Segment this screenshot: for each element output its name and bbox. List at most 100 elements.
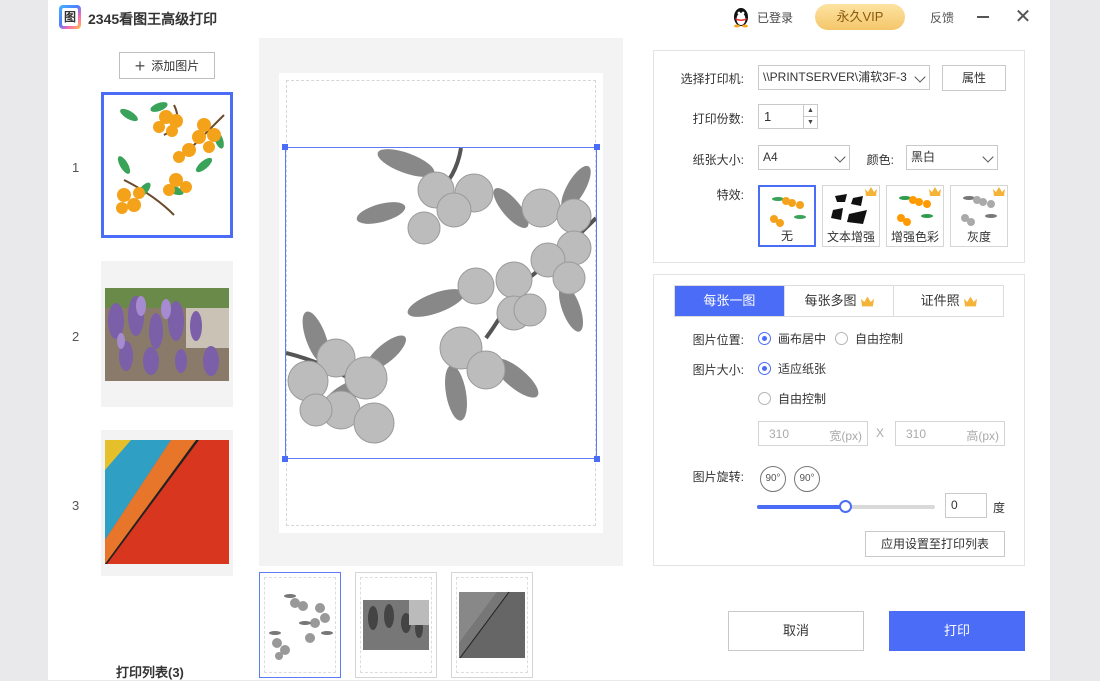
rotation-degree-field[interactable]: 0 [945, 493, 987, 518]
degree-unit: 度 [993, 501, 1006, 515]
color-value: 黑白 [911, 150, 936, 164]
width-value: 310 [769, 427, 790, 441]
app-title: 2345看图王高级打印 [88, 11, 218, 27]
add-image-label: 添加图片 [151, 59, 200, 73]
color-select[interactable]: 黑白 [906, 145, 998, 170]
stepper-up-icon[interactable]: ▲ [804, 105, 817, 116]
print-window: 2345看图王高级打印 已登录 永久VIP 反馈 ✕ + 添加图片 1 [48, 0, 1050, 680]
printer-select[interactable]: \\PRINTSERVER\浦软3F-3 [758, 65, 930, 90]
tab-id-photo[interactable]: 证件照 [893, 286, 1003, 316]
thumbnail-loquat[interactable] [101, 92, 233, 238]
page-thumb-1[interactable] [259, 572, 341, 678]
page-thumb-area [456, 577, 528, 673]
apply-to-list-button[interactable]: 应用设置至打印列表 [865, 531, 1005, 557]
resize-handle-top-right[interactable] [594, 144, 600, 150]
page-thumb-color-paper [459, 591, 525, 659]
page-thumbnail-strip [259, 572, 623, 680]
size-free-radio[interactable]: 自由控制 [758, 390, 826, 407]
printer-label: 选择打印机: [680, 72, 744, 86]
effect-grayscale[interactable]: 灰度 [950, 185, 1008, 247]
radio-label: 适应纸张 [778, 362, 827, 376]
add-image-button[interactable]: + 添加图片 [119, 52, 215, 79]
layout-settings-panel: 每张一图 每张多图 证件照 图片位置: 画布居中 自由控制 图片大小: 适应纸张 [653, 274, 1025, 566]
minimize-button[interactable] [973, 7, 993, 27]
paper-size-select[interactable]: A4 [758, 145, 850, 170]
thumbnail-wisteria[interactable] [101, 261, 233, 407]
paper-size-value: A4 [763, 150, 778, 164]
copies-stepper-arrows[interactable]: ▲ ▼ [803, 105, 817, 128]
slider-fill [757, 505, 846, 509]
stepper-down-icon[interactable]: ▼ [804, 116, 817, 127]
effect-none-preview [770, 197, 806, 227]
list-item-number: 2 [72, 329, 80, 344]
plus-icon: + [134, 55, 146, 76]
effect-color-enhance[interactable]: 增强色彩 [886, 185, 944, 247]
wisteria-image [105, 288, 229, 381]
copies-value: 1 [764, 109, 772, 124]
title-bar: 2345看图王高级打印 已登录 永久VIP 反馈 ✕ [48, 0, 1050, 34]
layout-tabs: 每张一图 每张多图 证件照 [674, 285, 1004, 317]
cancel-button[interactable]: 取消 [728, 611, 864, 651]
qq-penguin-icon [734, 8, 748, 28]
print-preview [259, 38, 623, 566]
properties-button[interactable]: 属性 [942, 65, 1006, 91]
thumbnail-color-paper[interactable] [101, 430, 233, 576]
size-fit-radio[interactable]: 适应纸张 [758, 360, 826, 377]
radio-label: 自由控制 [778, 392, 827, 406]
height-field[interactable]: 310 高(px) [895, 421, 1005, 446]
radio-dot [758, 362, 771, 375]
tab-one-per-page[interactable]: 每张一图 [675, 286, 784, 316]
effect-label: 灰度 [966, 230, 991, 244]
effects-label: 特效: [716, 188, 744, 202]
effect-label: 文本增强 [826, 230, 875, 244]
crown-icon [963, 296, 977, 306]
printer-settings-panel: 选择打印机: \\PRINTSERVER\浦软3F-3 属性 打印份数: 1 ▲… [653, 50, 1025, 263]
tab-label: 每张一图 [703, 293, 756, 308]
rotate-label: 图片旋转: [692, 470, 744, 484]
print-list-panel: + 添加图片 1 2 3 打印列表(3) [48, 38, 258, 680]
vip-button[interactable]: 永久VIP [815, 4, 905, 30]
effect-label: 无 [780, 229, 793, 243]
preview-image-grayscale [285, 147, 598, 444]
close-button[interactable]: ✕ [1012, 6, 1034, 28]
app-logo-icon [59, 5, 81, 29]
position-free-radio[interactable]: 自由控制 [835, 330, 903, 347]
page-thumb-area [264, 577, 336, 673]
print-button[interactable]: 打印 [889, 611, 1025, 651]
chevron-down-icon [914, 71, 926, 83]
radio-dot [758, 392, 771, 405]
resize-handle-top-left[interactable] [282, 144, 288, 150]
effect-none[interactable]: 无 [758, 185, 816, 247]
position-center-radio[interactable]: 画布居中 [758, 330, 826, 347]
rotation-slider[interactable] [757, 500, 935, 513]
color-label: 颜色: [866, 153, 894, 167]
width-unit: 宽(px) [829, 429, 862, 443]
feedback-link[interactable]: 反馈 [930, 9, 954, 26]
tab-label: 证件照 [920, 293, 960, 308]
resize-handle-bottom-right[interactable] [594, 456, 600, 462]
width-field[interactable]: 310 宽(px) [758, 421, 868, 446]
effect-text-enhance[interactable]: 文本增强 [822, 185, 880, 247]
effect-label: 增强色彩 [890, 230, 939, 244]
rotate-ccw-button[interactable]: 90° [760, 466, 786, 492]
position-label: 图片位置: [692, 333, 744, 347]
list-item-number: 3 [72, 498, 80, 513]
tab-label: 每张多图 [804, 293, 857, 308]
resize-handle-bottom-left[interactable] [282, 456, 288, 462]
color-paper-image [105, 440, 229, 564]
rotate-cw-button[interactable]: 90° [794, 466, 820, 492]
height-unit: 高(px) [966, 429, 999, 443]
tab-multi-per-page[interactable]: 每张多图 [783, 286, 894, 316]
print-list-count: 打印列表(3) [116, 665, 184, 680]
login-status-label: 已登录 [757, 10, 794, 25]
preview-image-frame[interactable] [282, 144, 600, 462]
slider-knob[interactable] [839, 500, 852, 513]
radio-label: 自由控制 [855, 332, 904, 346]
page-thumb-3[interactable] [451, 572, 533, 678]
radio-dot [835, 332, 848, 345]
user-status[interactable]: 已登录 [731, 6, 793, 28]
page-thumb-2[interactable] [355, 572, 437, 678]
radio-label: 画布居中 [778, 332, 827, 346]
copies-stepper[interactable]: 1 ▲ ▼ [758, 104, 818, 129]
size-label: 图片大小: [692, 363, 744, 377]
